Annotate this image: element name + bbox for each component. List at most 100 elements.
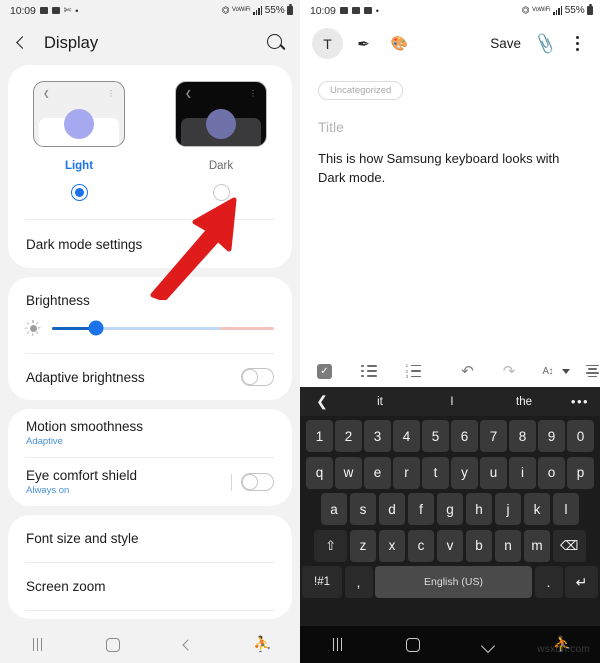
suggestion-1[interactable]: I	[416, 396, 488, 408]
key-2[interactable]: 2	[335, 420, 362, 452]
suggestion-2[interactable]: the	[488, 396, 560, 408]
palette-icon[interactable]: 🎨	[384, 28, 415, 59]
back-icon[interactable]	[165, 638, 211, 651]
mode-label-dark: Dark	[208, 160, 234, 172]
key-l[interactable]: l	[552, 493, 580, 525]
key-9[interactable]: 9	[538, 420, 565, 452]
key-1[interactable]: 1	[306, 420, 333, 452]
key-0[interactable]: 0	[567, 420, 594, 452]
row-title: Motion smoothness	[26, 419, 144, 434]
brightness-slider[interactable]	[52, 320, 274, 336]
key-z[interactable]: z	[349, 529, 377, 562]
status-time: 10:09	[310, 4, 336, 17]
kebab-menu-icon[interactable]	[566, 36, 588, 51]
gallery-icon	[39, 7, 48, 14]
recents-icon[interactable]	[15, 638, 61, 651]
suggestion-0[interactable]: it	[344, 396, 416, 408]
key-u[interactable]: u	[480, 456, 507, 489]
home-icon[interactable]	[90, 637, 136, 652]
period-key[interactable]: .	[534, 566, 563, 598]
key-g[interactable]: g	[436, 493, 464, 525]
key-c[interactable]: c	[407, 529, 435, 562]
mode-option-light[interactable]: ❮ ⋮ Light	[8, 81, 150, 201]
comma-key[interactable]: ,	[344, 566, 373, 598]
key-f[interactable]: f	[407, 493, 435, 525]
key-r[interactable]: r	[393, 456, 420, 489]
numbered-list-icon[interactable]: 1 2 3	[406, 363, 422, 379]
backspace-key[interactable]: ⌫	[552, 529, 586, 562]
bulleted-list-icon[interactable]	[361, 364, 377, 378]
row-font-size-and-style[interactable]: Font size and style	[8, 515, 292, 562]
enter-key[interactable]: ↵	[565, 566, 598, 598]
light-preview-thumbnail[interactable]: ❮ ⋮	[33, 81, 125, 147]
key-o[interactable]: o	[538, 456, 565, 489]
search-icon[interactable]	[266, 33, 286, 53]
dark-preview-thumbnail[interactable]: ❮ ⋮	[175, 81, 267, 147]
key-a[interactable]: a	[320, 493, 348, 525]
back-chevron-icon[interactable]	[14, 35, 30, 51]
row-screen-zoom[interactable]: Screen zoom	[8, 563, 292, 610]
key-s[interactable]: s	[349, 493, 377, 525]
text-mode-button[interactable]: T	[312, 28, 343, 59]
adaptive-brightness-toggle[interactable]	[241, 368, 274, 386]
undo-icon[interactable]: ↶	[461, 364, 474, 379]
mode-option-dark[interactable]: ❮ ⋮ Dark	[150, 81, 292, 201]
key-n[interactable]: n	[494, 529, 522, 562]
space-key[interactable]: English (US)	[375, 566, 532, 598]
key-5[interactable]: 5	[422, 420, 449, 452]
font-size-icon[interactable]: A↕	[542, 366, 553, 377]
key-q[interactable]: q	[306, 456, 333, 489]
key-b[interactable]: b	[465, 529, 493, 562]
key-8[interactable]: 8	[509, 420, 536, 452]
key-e[interactable]: e	[364, 456, 391, 489]
pen-icon[interactable]: ✒	[348, 28, 379, 59]
key-d[interactable]: d	[378, 493, 406, 525]
row-adaptive-brightness[interactable]: Adaptive brightness	[8, 354, 292, 400]
key-3[interactable]: 3	[364, 420, 391, 452]
eye-comfort-shield-toggle[interactable]	[241, 473, 274, 491]
key-k[interactable]: k	[523, 493, 551, 525]
chevron-left-icon[interactable]: ❮	[300, 393, 344, 410]
keyboard-row-space: !#1 , English (US) . ↵	[302, 566, 598, 598]
divider	[231, 473, 232, 491]
key-i[interactable]: i	[509, 456, 536, 489]
save-button[interactable]: Save	[486, 36, 525, 51]
accessibility-icon[interactable]: ⛹	[540, 637, 586, 652]
key-m[interactable]: m	[523, 529, 551, 562]
align-icon[interactable]	[586, 364, 600, 378]
recents-icon[interactable]	[315, 638, 361, 651]
key-p[interactable]: p	[567, 456, 594, 489]
row-dark-mode-settings[interactable]: Dark mode settings	[8, 220, 292, 268]
shift-key[interactable]: ⇧	[314, 529, 348, 562]
key-4[interactable]: 4	[393, 420, 420, 452]
more-dots-icon[interactable]: •••	[560, 394, 600, 409]
brightness-slider-thumb[interactable]	[88, 320, 104, 336]
checkbox-icon[interactable]: ✓	[317, 363, 332, 379]
key-7[interactable]: 7	[480, 420, 507, 452]
row-motion-smoothness[interactable]: Motion smoothness Adaptive	[8, 409, 292, 457]
key-w[interactable]: w	[335, 456, 362, 489]
note-title-input[interactable]: Title	[318, 119, 582, 135]
key-v[interactable]: v	[436, 529, 464, 562]
home-icon[interactable]	[390, 637, 436, 652]
radio-dark[interactable]	[212, 184, 230, 201]
key-t[interactable]: t	[422, 456, 449, 489]
key-y[interactable]: y	[451, 456, 478, 489]
redo-icon[interactable]: ↷	[503, 364, 516, 379]
row-eye-comfort-shield[interactable]: Eye comfort shield Always on	[8, 458, 292, 506]
image-icon	[339, 7, 348, 14]
radio-light[interactable]	[70, 184, 88, 201]
accessibility-icon[interactable]: ⛹	[240, 637, 286, 652]
key-x[interactable]: x	[378, 529, 406, 562]
chevron-down-icon[interactable]	[465, 638, 511, 652]
paperclip-icon[interactable]: 📎	[526, 24, 565, 63]
key-6[interactable]: 6	[451, 420, 478, 452]
symbols-key[interactable]: !#1	[302, 566, 342, 598]
key-h[interactable]: h	[465, 493, 493, 525]
brightness-card: Brightness Adaptive brightness	[8, 277, 292, 400]
category-chip[interactable]: Uncategorized	[318, 81, 404, 100]
key-j[interactable]: j	[494, 493, 522, 525]
keyboard-row-home: a s d f g h j k l	[302, 493, 598, 525]
caret-down-icon[interactable]	[562, 368, 571, 374]
note-body-input[interactable]: This is how Samsung keyboard looks with …	[318, 149, 574, 187]
